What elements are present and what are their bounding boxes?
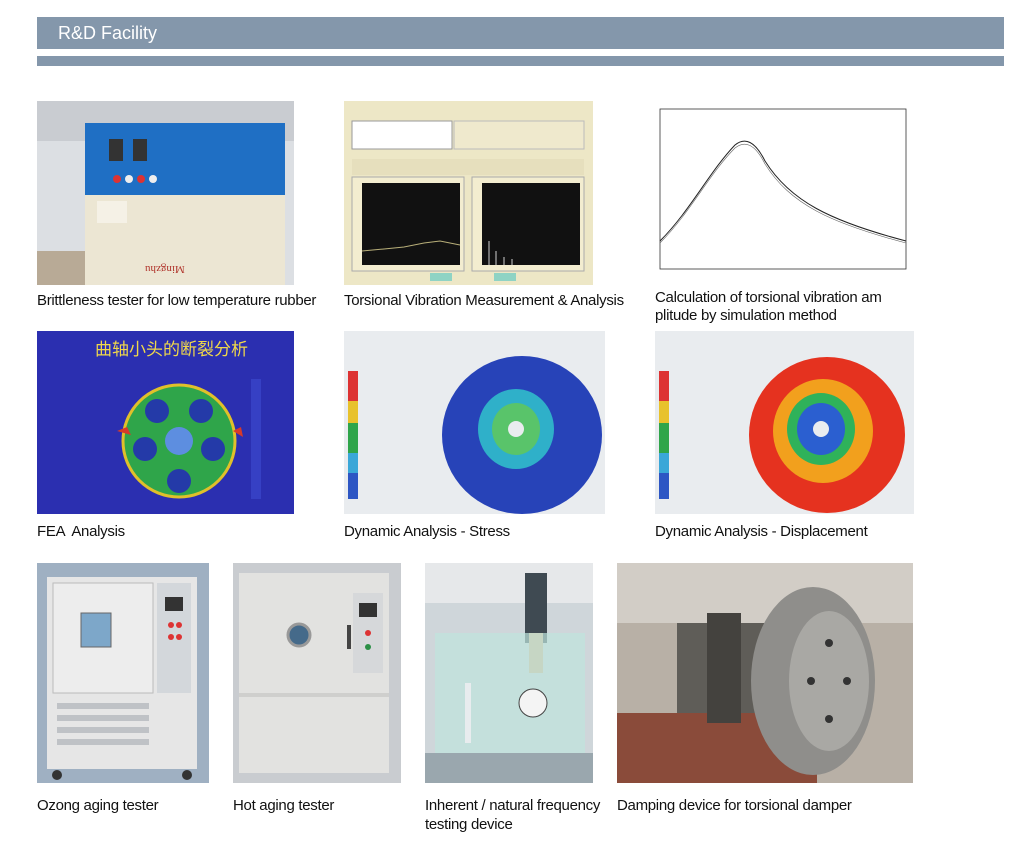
- caption-fea: FEA Analysis: [37, 523, 125, 540]
- section-header-bar: R&D Facility: [37, 17, 1004, 49]
- header-divider: [37, 56, 1004, 66]
- caption-damping: Damping device for torsional damper: [617, 797, 852, 814]
- tv-simulation-plot: [650, 101, 910, 279]
- caption-stress: Dynamic Analysis - Stress: [344, 523, 510, 540]
- section-title: R&D Facility: [58, 23, 158, 43]
- caption-frequency-1: Inherent / natural frequency: [425, 797, 601, 814]
- caption-brittleness: Brittleness tester for low temperature r…: [37, 292, 317, 309]
- caption-tv-measurement: Torsional Vibration Measurement & Analys…: [344, 292, 624, 309]
- caption-tv-simulation-1: Calculation of torsional vibration am: [655, 289, 882, 306]
- ozone-aging-tester-photo: [37, 563, 209, 783]
- caption-tv-simulation-2: plitude by simulation method: [655, 307, 837, 324]
- fea-analysis-image: 曲轴小头的断裂分析: [37, 331, 294, 514]
- brittleness-tester-photo: Mingzhu: [37, 101, 294, 285]
- caption-ozone: Ozong aging tester: [37, 797, 159, 814]
- brand-label: Mingzhu: [145, 263, 185, 275]
- stress-analysis-image: [344, 331, 605, 514]
- caption-hot-aging: Hot aging tester: [233, 797, 335, 814]
- fea-banner: 曲轴小头的断裂分析: [95, 340, 248, 360]
- tv-measurement-screenshot: [344, 101, 593, 285]
- caption-displacement: Dynamic Analysis - Displacement: [655, 523, 868, 540]
- hot-aging-tester-photo: [233, 563, 401, 783]
- caption-frequency-2: testing device: [425, 816, 513, 833]
- displacement-analysis-image: [655, 331, 914, 514]
- damping-device-photo: [617, 563, 913, 783]
- frequency-testing-device-photo: [425, 563, 593, 783]
